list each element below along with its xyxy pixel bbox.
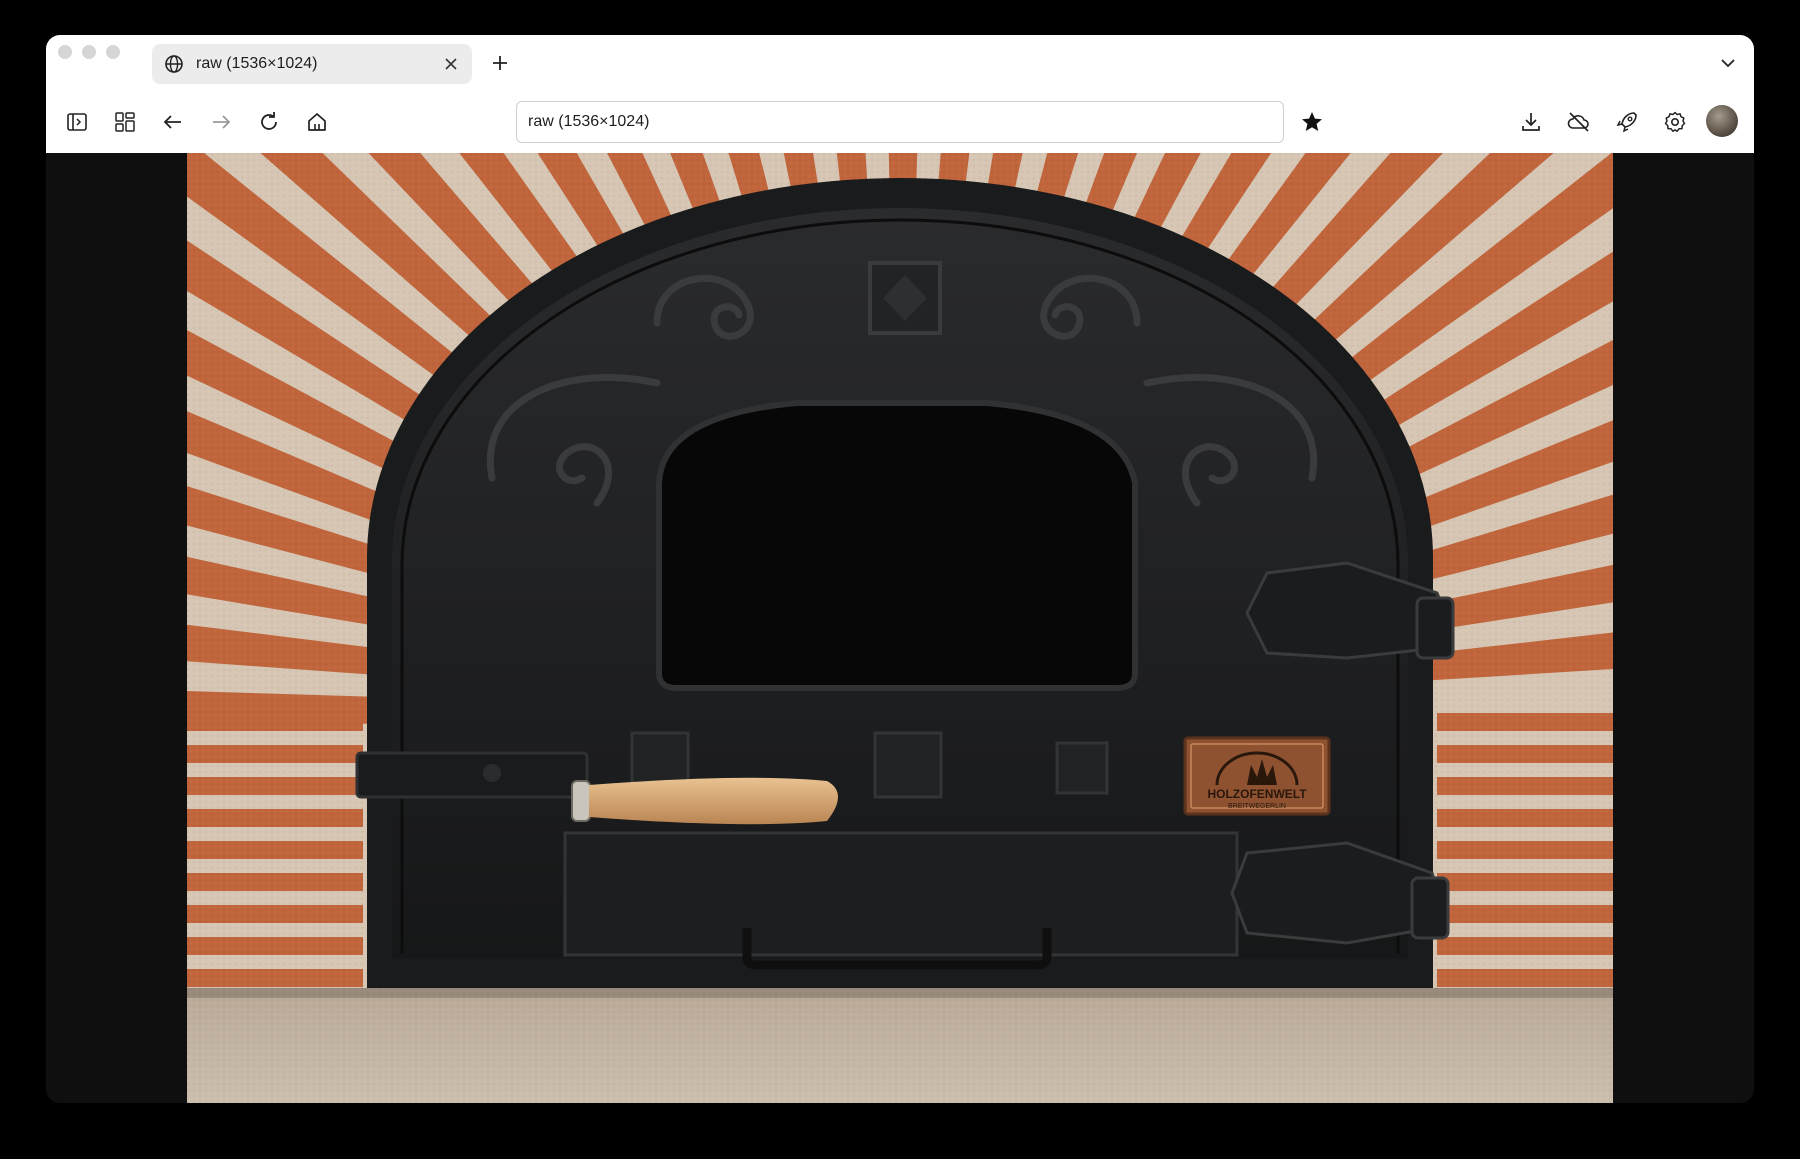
ash-drawer — [563, 831, 1239, 957]
oven-photo: HOLZOFENWELT BREITWEGERLIN — [187, 153, 1613, 1103]
rocket-icon[interactable] — [1614, 109, 1640, 135]
middle-stud-left — [630, 731, 690, 785]
badge-brand: HOLZOFENWELT — [1207, 787, 1307, 801]
sidebar-toggle-icon[interactable] — [64, 109, 90, 135]
oven-image: HOLZOFENWELT BREITWEGERLIN — [187, 153, 1613, 1103]
ledge-shadow — [187, 988, 1613, 998]
settings-gear-icon[interactable] — [1662, 109, 1688, 135]
globe-icon — [165, 55, 183, 73]
handle-ferrule — [571, 780, 591, 822]
ledge-grain — [187, 988, 1613, 1103]
browser-window: raw (1536×1024) raw (1536×1024) HOLZOFEN… — [46, 35, 1754, 1103]
close-icon[interactable] — [440, 53, 462, 75]
avatar[interactable] — [1706, 105, 1738, 137]
chevron-down-icon[interactable] — [1718, 53, 1738, 73]
minimize-window-button[interactable] — [82, 45, 96, 59]
home-icon[interactable] — [304, 109, 330, 135]
tab-active[interactable]: raw (1536×1024) — [152, 44, 472, 84]
zoom-window-button[interactable] — [106, 45, 120, 59]
badge-sub: BREITWEGERLIN — [1228, 803, 1286, 810]
back-icon[interactable] — [160, 109, 186, 135]
oven-window — [656, 400, 1138, 691]
middle-stud-right — [1055, 741, 1109, 795]
address-bar[interactable] — [516, 101, 1284, 143]
latch-bar — [355, 751, 589, 799]
forward-icon[interactable] — [208, 109, 234, 135]
image-viewer: HOLZOFENWELT BREITWEGERLIN — [46, 153, 1754, 1103]
tab-strip: raw (1536×1024) — [46, 35, 1754, 91]
plus-icon[interactable] — [486, 49, 514, 77]
cloud-off-icon[interactable] — [1566, 109, 1592, 135]
bookmark-star-icon[interactable] — [1299, 109, 1325, 135]
close-window-button[interactable] — [58, 45, 72, 59]
reload-icon[interactable] — [256, 109, 282, 135]
download-icon[interactable] — [1518, 109, 1544, 135]
wooden-handle — [589, 777, 838, 825]
tab-groups-icon[interactable] — [112, 109, 138, 135]
tab-title: raw (1536×1024) — [196, 55, 318, 72]
toolbar — [46, 91, 1754, 153]
middle-stud-center — [873, 731, 943, 799]
address-input[interactable] — [528, 111, 1228, 133]
latch-rivet — [483, 764, 501, 782]
window-controls — [58, 45, 120, 59]
brand-badge: HOLZOFENWELT BREITWEGERLIN — [1183, 736, 1331, 816]
